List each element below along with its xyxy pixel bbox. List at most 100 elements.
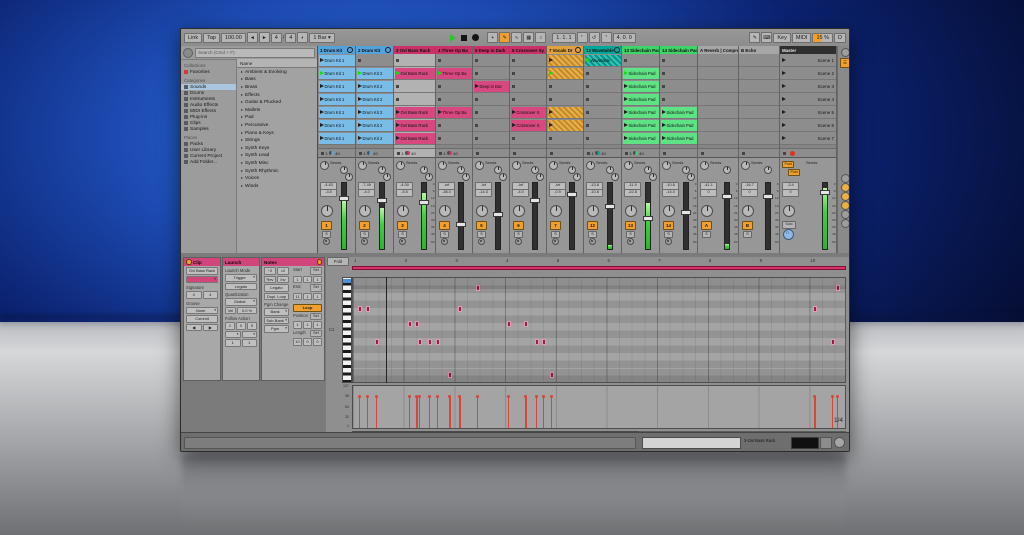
clip-slot[interactable]: Sidechain Pad <box>622 80 659 93</box>
clip-slot[interactable] <box>698 132 738 145</box>
clip-slot[interactable]: Drum Kit 1 <box>318 93 355 106</box>
clip-slot[interactable]: Sidechain Pad <box>660 132 697 145</box>
velocity-stem[interactable] <box>359 396 360 428</box>
clip[interactable] <box>548 55 583 66</box>
clip[interactable]: Crossover S <box>511 107 546 118</box>
clip-slot[interactable] <box>473 93 509 106</box>
volume-field[interactable]: -14.3 <box>475 189 492 197</box>
clip[interactable]: Sidechain Pad <box>623 94 659 105</box>
clip-slot[interactable] <box>436 119 472 132</box>
browser-list-item[interactable]: Synth Keys <box>237 144 317 152</box>
metronome-toggle[interactable]: ◐ <box>297 32 308 43</box>
draw-mode-button[interactable]: ✎ <box>749 32 760 43</box>
pgm-chooser[interactable]: Pgm <box>264 325 289 333</box>
stop-button[interactable] <box>461 35 467 41</box>
scene-row[interactable]: Scene 6 <box>780 119 836 132</box>
legato-toggle[interactable]: Legato <box>225 283 257 291</box>
punch-in-toggle[interactable]: ⌜ <box>577 32 588 43</box>
clip-stop-icon[interactable] <box>586 124 589 127</box>
clip-slot[interactable] <box>473 119 509 132</box>
fader-grip[interactable] <box>763 194 773 199</box>
clip[interactable]: Ovl Bass Rack <box>395 107 435 118</box>
velocity-stem[interactable] <box>409 396 410 428</box>
clip[interactable]: Sidechain Pad <box>623 133 659 144</box>
end-time-field[interactable]: 1 <box>313 293 322 301</box>
midi-note[interactable] <box>428 339 432 345</box>
stop-all-clips-button[interactable] <box>783 152 786 155</box>
clip-slot[interactable] <box>473 106 509 119</box>
track-activator[interactable]: 14 <box>663 221 674 230</box>
clip-slot[interactable] <box>698 80 738 93</box>
track-stop-button[interactable] <box>701 152 704 155</box>
scene-row[interactable]: Scene 2 <box>780 67 836 80</box>
fader-grip[interactable] <box>493 212 503 217</box>
clip-stop-icon[interactable] <box>438 98 441 101</box>
clip-slot[interactable]: Sidechain Pad <box>660 106 697 119</box>
clip-launch-icon[interactable] <box>512 110 516 114</box>
clip-slot[interactable] <box>547 119 583 132</box>
length-field[interactable]: 10 <box>293 338 302 346</box>
double-time-button[interactable]: ×2 <box>277 267 289 275</box>
sends-toggle[interactable] <box>841 183 850 192</box>
track-header[interactable]: 3 Ovl Bass Rack <box>394 46 435 54</box>
fader-grip[interactable] <box>419 200 429 205</box>
pan-knob[interactable] <box>662 161 671 170</box>
clip-slot[interactable] <box>660 80 697 93</box>
clip-slot[interactable]: Three Op Ba <box>436 67 472 80</box>
clip-launch-icon[interactable] <box>396 136 400 140</box>
pan-knob[interactable] <box>438 161 447 170</box>
quantization-menu[interactable]: 1 Bar ▾ <box>309 33 334 43</box>
clip-slot[interactable] <box>739 80 779 93</box>
clip-launch-icon[interactable] <box>358 136 362 140</box>
fader-grip[interactable] <box>530 198 540 203</box>
track-activator[interactable]: 13 <box>625 221 636 230</box>
clip-stop-icon[interactable] <box>586 72 589 75</box>
track-activator[interactable]: 7 <box>550 221 561 230</box>
clip[interactable] <box>548 120 583 131</box>
clip-launch-icon[interactable] <box>358 123 362 127</box>
invert-notes-button[interactable]: Inv <box>277 276 289 284</box>
clip-launch-icon[interactable] <box>549 58 553 62</box>
loop-brace[interactable] <box>352 266 846 270</box>
returns-toggle[interactable] <box>841 192 850 201</box>
master-header[interactable]: Master <box>780 46 836 54</box>
clip[interactable]: Drum Kit 2 <box>357 107 393 118</box>
delay-toggle[interactable] <box>841 210 850 219</box>
clip-launch-icon[interactable] <box>358 97 362 101</box>
volume-field[interactable]: -0.9 <box>549 189 566 197</box>
clip-slot[interactable]: Ovl Bass Rack <box>394 132 435 145</box>
browser-list-item[interactable]: Strings <box>237 136 317 144</box>
clip-launch-icon[interactable] <box>396 123 400 127</box>
browser-list-item[interactable]: Winds <box>237 182 317 190</box>
arm-button[interactable] <box>399 238 407 246</box>
clip-nudge-left-button[interactable]: ◀ <box>186 324 202 332</box>
clip-slot[interactable]: Ovl Bass Rack <box>394 106 435 119</box>
capture-midi-button[interactable]: + <box>487 32 498 43</box>
clip-slot[interactable] <box>394 54 435 67</box>
clip-slot[interactable] <box>698 54 738 67</box>
clip-launch-icon[interactable] <box>320 84 324 88</box>
follow-action-chooser[interactable] <box>225 331 241 339</box>
overview-toggle-icon[interactable] <box>841 48 850 57</box>
clip-slot[interactable] <box>547 67 583 80</box>
unfold-icon[interactable] <box>347 47 353 53</box>
clip-slot[interactable] <box>698 119 738 132</box>
track-activator[interactable]: 5 <box>476 221 487 230</box>
output-pan-knob[interactable] <box>359 205 371 217</box>
volume-field[interactable]: -3.5 <box>320 189 337 197</box>
clip-launch-icon[interactable] <box>512 123 516 127</box>
midi-note[interactable] <box>375 339 379 345</box>
clip-slot[interactable]: Three Op Ba <box>436 106 472 119</box>
pan-knob[interactable] <box>320 161 329 170</box>
position-field[interactable]: 1 <box>313 321 322 329</box>
volume-fader[interactable] <box>532 182 538 250</box>
track-header[interactable]: B Echo <box>739 46 779 54</box>
midi-note[interactable] <box>524 321 528 327</box>
pan-knob[interactable] <box>358 161 367 170</box>
clip-slot[interactable]: Drum Kit 1 <box>318 132 355 145</box>
output-pan-knob[interactable] <box>742 205 754 217</box>
arm-button[interactable] <box>441 238 449 246</box>
track-header[interactable]: 12 Wavetable <box>584 46 621 54</box>
send-b-knob[interactable] <box>611 173 619 181</box>
clip-launch-icon[interactable] <box>624 136 628 140</box>
